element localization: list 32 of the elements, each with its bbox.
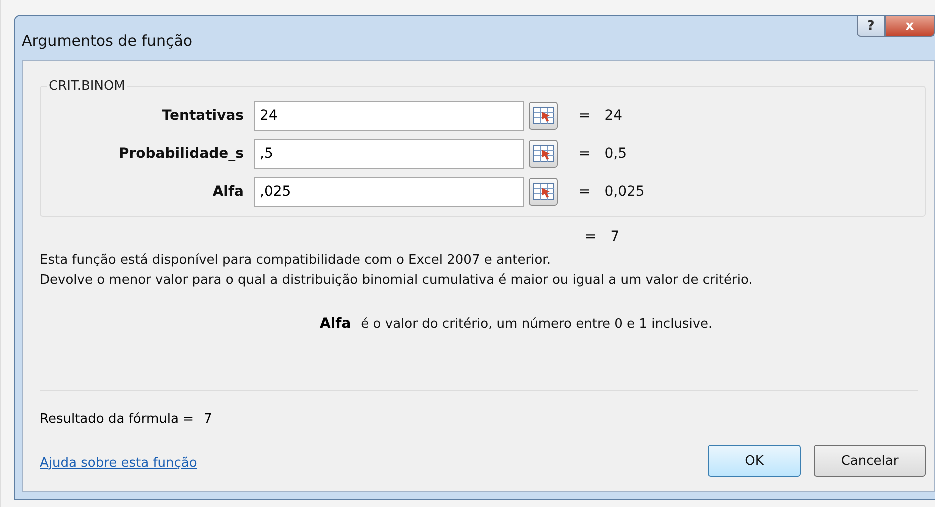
formula-result-label: Resultado da fórmula =: [40, 412, 194, 427]
equals-sign: =: [585, 229, 597, 245]
equals-sign: =: [579, 108, 591, 124]
window-title: Argumentos de função: [22, 32, 194, 50]
range-select-button[interactable]: [529, 178, 558, 206]
function-result: 7: [610, 229, 620, 245]
argument-description: é o valor do critério, um número entre 0 e 1 inclusive.: [361, 316, 713, 334]
equals-sign: =: [579, 184, 591, 200]
equals-sign: =: [579, 146, 591, 162]
formula-result-value: 7: [204, 412, 212, 427]
function-description: Devolve o menor valor para o qual a distribuição binomial cumulativa é maior ou igual a um valor de critério.: [40, 272, 754, 290]
range-select-button[interactable]: [529, 140, 558, 168]
help-button[interactable]: ?: [857, 16, 885, 37]
cell-range-icon: [532, 107, 554, 125]
argument-label: Alfa: [212, 184, 244, 200]
help-link[interactable]: Ajuda sobre esta função: [40, 456, 198, 470]
argument-input[interactable]: ,5: [254, 139, 524, 169]
argument-label: Probabilidade_s: [118, 146, 244, 162]
range-select-button[interactable]: [529, 102, 558, 130]
cancel-button[interactable]: Cancelar: [814, 445, 926, 477]
argument-input[interactable]: 24: [254, 101, 524, 131]
argument-input[interactable]: ,025: [254, 177, 524, 207]
argument-name: Alfa: [320, 316, 352, 332]
argument-result: 0,025: [604, 184, 645, 200]
ok-button[interactable]: OK: [708, 445, 801, 477]
function-name: CRIT.BINOM: [48, 79, 126, 94]
cell-range-icon: [532, 145, 554, 163]
argument-result: 24: [604, 108, 623, 124]
argument-label: Tentativas: [161, 108, 244, 124]
cell-range-icon: [532, 183, 554, 201]
argument-result: 0,5: [604, 146, 627, 162]
function-description: Esta função está disponível para compatibilidade com o Excel 2007 e anterior.: [40, 252, 552, 270]
